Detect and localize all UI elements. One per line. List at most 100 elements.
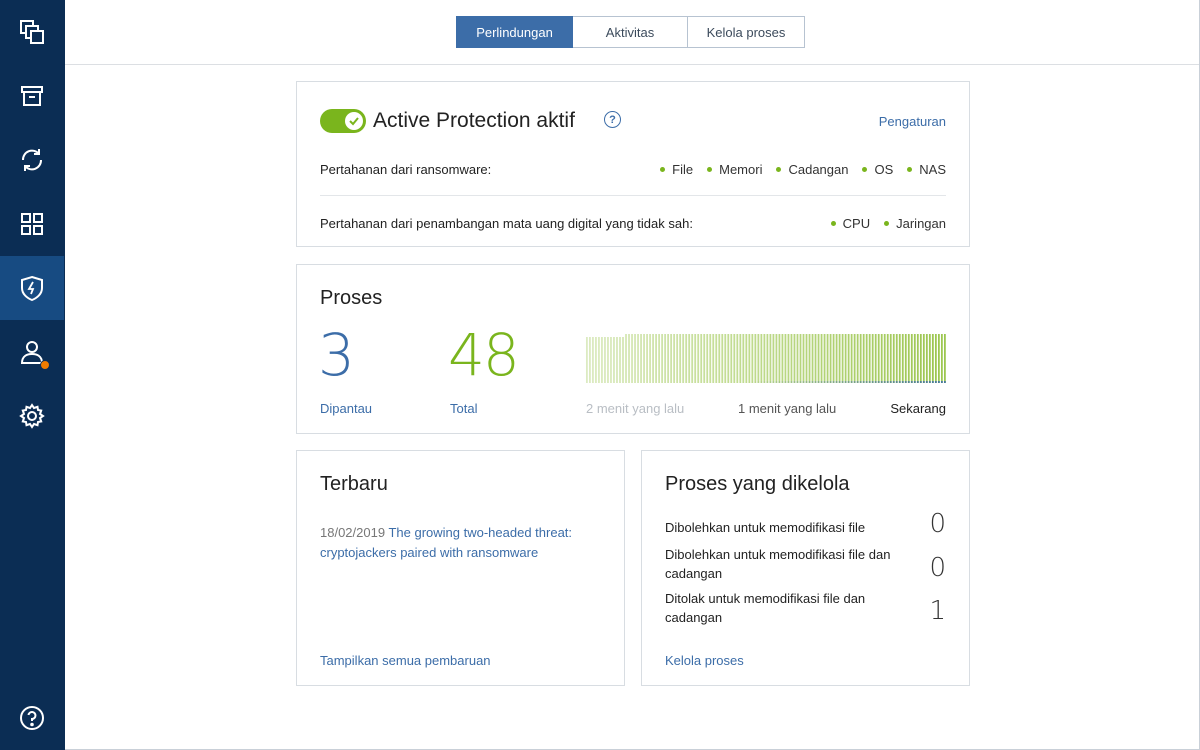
- activity-bar: [859, 334, 862, 383]
- activity-bar: [832, 334, 835, 383]
- monitored-bar: [895, 381, 898, 383]
- settings-link[interactable]: Pengaturan: [879, 114, 946, 129]
- ransomware-item: Memori: [707, 162, 762, 177]
- activity-bar: [925, 334, 928, 383]
- activity-bar: [808, 334, 811, 383]
- sidebar-item-help[interactable]: [0, 686, 64, 750]
- sidebar-item-protection[interactable]: [0, 256, 64, 320]
- activity-bar: [616, 337, 618, 383]
- monitored-bar: [919, 381, 922, 383]
- activity-bar: [751, 334, 754, 383]
- monitored-bar: [781, 381, 784, 383]
- ransomware-item: File: [660, 162, 693, 177]
- monitored-bar: [751, 381, 753, 383]
- activity-bar: [910, 334, 913, 383]
- activity-bar: [766, 334, 769, 383]
- dashboard-grid-icon: [21, 213, 43, 235]
- activity-bar: [586, 337, 588, 383]
- tab-manage-processes[interactable]: Kelola proses: [688, 16, 805, 48]
- sidebar-item-backup[interactable]: [0, 0, 64, 64]
- activity-bar: [754, 334, 757, 383]
- total-count: 48: [448, 321, 520, 389]
- activity-bar: [850, 334, 853, 383]
- sidebar-item-sync[interactable]: [0, 128, 64, 192]
- activity-bar: [841, 334, 844, 383]
- activity-bar: [712, 334, 715, 383]
- tab-protection[interactable]: Perlindungan: [456, 16, 573, 48]
- activity-bar: [682, 334, 685, 383]
- managed-title: Proses yang dikelola: [665, 473, 850, 495]
- monitored-bar: [886, 381, 889, 383]
- activity-bar: [877, 334, 880, 383]
- monitored-bar: [877, 381, 880, 383]
- activity-bar: [940, 334, 943, 383]
- activity-bar: [703, 334, 706, 383]
- activity-bar: [775, 334, 778, 383]
- protection-toggle[interactable]: [320, 109, 366, 133]
- activity-bar: [901, 334, 904, 383]
- activity-bar: [853, 334, 856, 383]
- activity-bar: [652, 334, 654, 383]
- monitored-bar: [841, 381, 844, 383]
- activity-bar: [895, 334, 898, 383]
- activity-bar: [742, 334, 745, 383]
- help-circle-icon[interactable]: ?: [604, 111, 621, 128]
- monitored-bar: [913, 381, 916, 383]
- sidebar-item-settings[interactable]: [0, 384, 64, 448]
- activity-bar: [634, 334, 636, 383]
- sidebar-item-account[interactable]: [0, 320, 64, 384]
- activity-bar: [898, 334, 901, 383]
- activity-bar: [670, 334, 673, 383]
- total-label[interactable]: Total: [450, 401, 477, 416]
- monitored-count: 3: [318, 321, 355, 389]
- activity-bar: [928, 334, 931, 383]
- monitored-bar: [874, 381, 877, 383]
- managed-row-label: Dibolehkan untuk memodifikasi file: [665, 520, 866, 535]
- activity-bar: [721, 334, 724, 383]
- activity-bar: [727, 334, 730, 383]
- monitored-bar: [832, 381, 835, 383]
- sync-icon: [21, 149, 43, 171]
- time-label-1min: 1 menit yang lalu: [738, 401, 837, 416]
- monitored-bar: [760, 381, 763, 383]
- news-item: 18/02/2019 The growing two-headed threat…: [320, 523, 610, 563]
- show-all-updates-link[interactable]: Tampilkan semua pembaruan: [320, 653, 491, 668]
- activity-bar: [715, 334, 718, 383]
- monitored-bar: [754, 381, 756, 383]
- monitored-bar: [784, 381, 787, 383]
- managed-processes-card: Proses yang dikelola Dibolehkan untuk me…: [641, 450, 970, 686]
- top-bar: Perlindungan Aktivitas Kelola proses: [65, 0, 1199, 65]
- activity-bar: [736, 334, 739, 383]
- activity-bar: [826, 334, 829, 383]
- monitored-bar: [931, 381, 934, 383]
- monitored-bar: [901, 381, 904, 383]
- sidebar-item-dashboard[interactable]: [0, 192, 64, 256]
- monitored-bar: [829, 381, 832, 383]
- manage-processes-link[interactable]: Kelola proses: [665, 653, 744, 668]
- activity-bar: [799, 334, 802, 383]
- monitored-bar: [835, 381, 838, 383]
- activity-bar: [709, 334, 712, 383]
- ransomware-item: Cadangan: [776, 162, 848, 177]
- process-activity-chart: [586, 334, 946, 383]
- activity-bar: [730, 334, 733, 383]
- monitored-label[interactable]: Dipantau: [320, 401, 372, 416]
- monitored-bar: [772, 381, 775, 383]
- managed-row-label: Dibolehkan untuk memodifikasi file dan c…: [665, 547, 891, 581]
- ransomware-label: Pertahanan dari ransomware:: [320, 162, 492, 177]
- sidebar-item-archive[interactable]: [0, 64, 64, 128]
- activity-bar: [802, 334, 805, 383]
- backup-icon: [20, 20, 44, 44]
- managed-row-value: 0: [929, 553, 946, 583]
- tab-bar: Perlindungan Aktivitas Kelola proses: [456, 16, 805, 48]
- monitored-bar: [766, 381, 769, 383]
- monitored-bar: [910, 381, 913, 383]
- protection-title: Active Protection aktif: [373, 109, 575, 132]
- tab-activity[interactable]: Aktivitas: [573, 16, 688, 48]
- activity-bar: [934, 334, 937, 383]
- activity-bar: [679, 334, 682, 383]
- monitored-bar: [811, 381, 814, 383]
- activity-bar: [862, 334, 865, 383]
- checkmark-icon: [345, 112, 363, 130]
- processes-card: Proses 3 Dipantau 48 Total 2 menit yang …: [296, 264, 970, 434]
